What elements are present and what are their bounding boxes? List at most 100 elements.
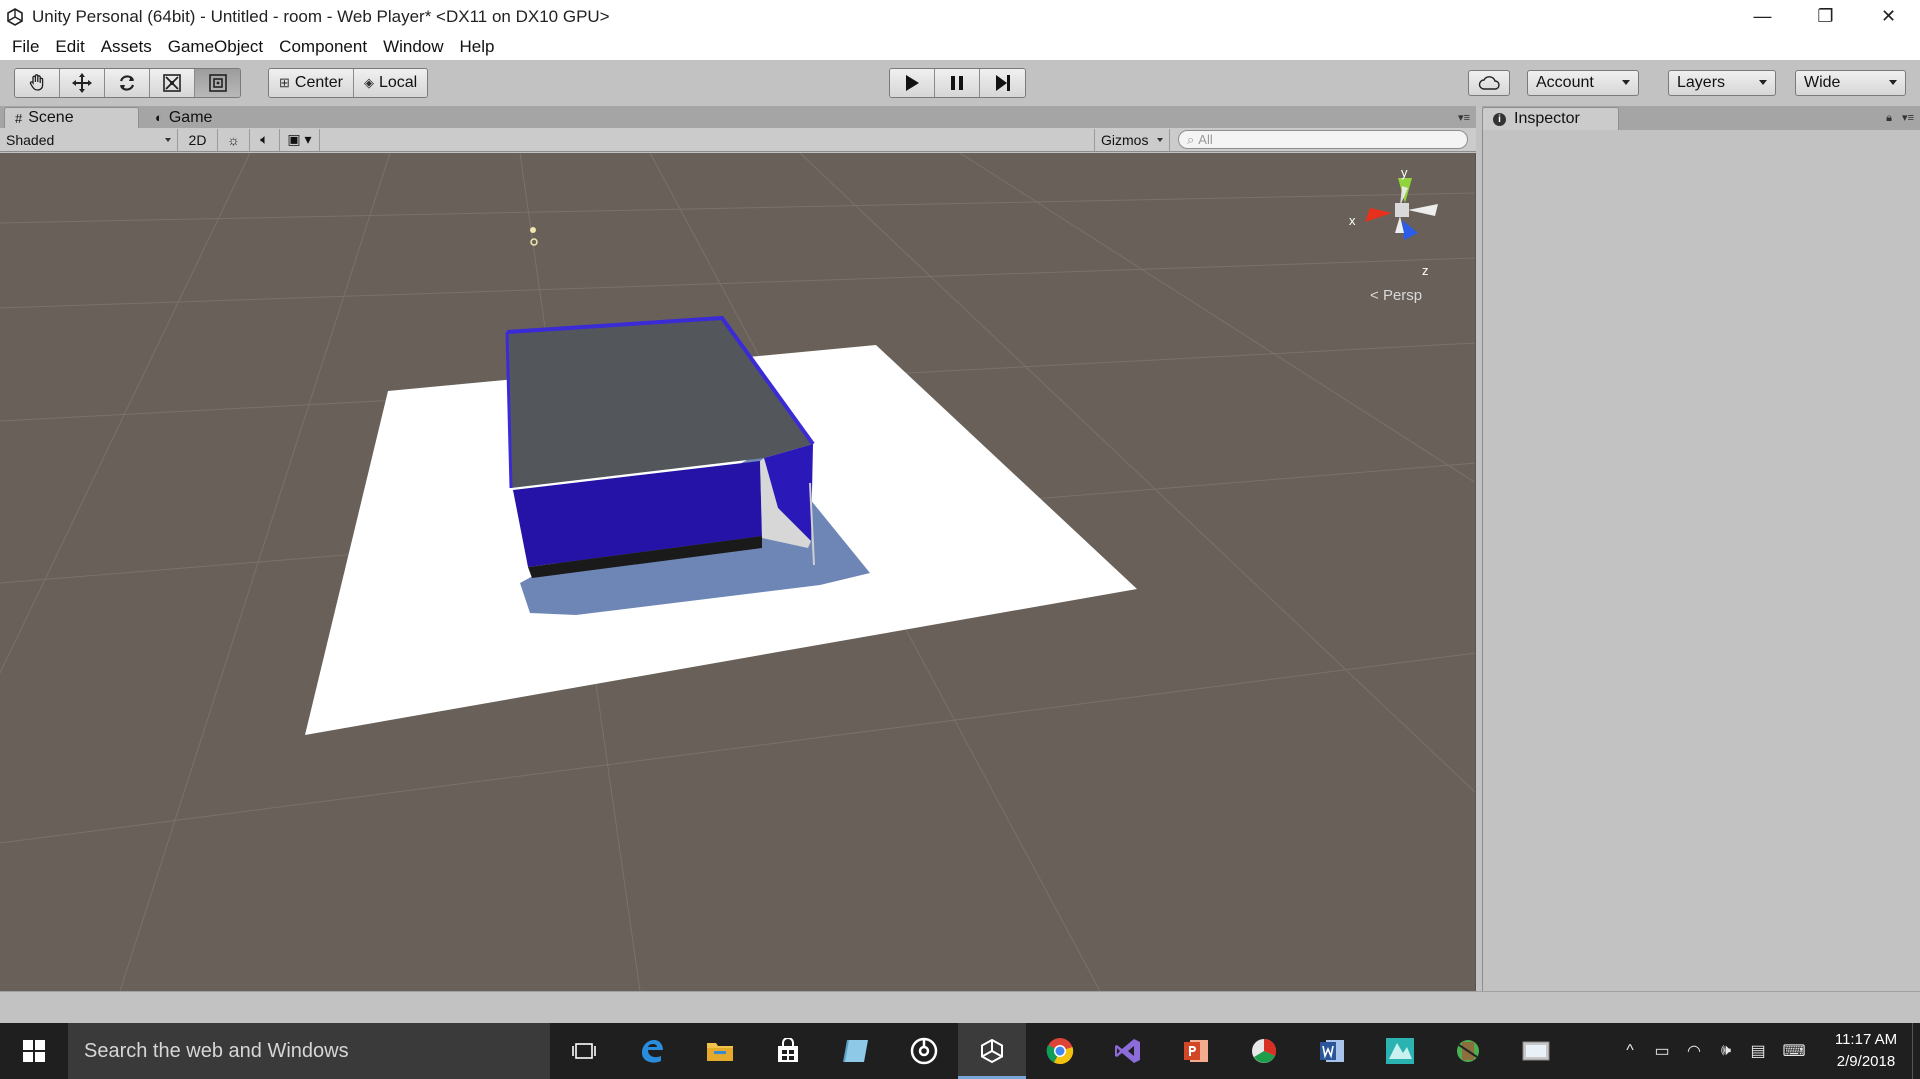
chevron-up-icon[interactable]: ^ [1614,1023,1646,1079]
rect-tool-icon [208,74,227,92]
chevron-down-icon [1622,80,1630,85]
keyboard-icon[interactable]: ⌨︎ [1774,1023,1814,1079]
powerpoint-icon[interactable] [1162,1023,1230,1079]
shading-mode-label: Shaded [6,131,55,148]
chevron-down-icon [1759,80,1767,85]
image-icon: ▣ ▾ [287,131,312,147]
projection-label[interactable]: < Persp [1370,287,1422,304]
volume-icon[interactable]: 🕪︎ [1710,1023,1742,1079]
clock-date: 2/9/2018 [1836,1053,1896,1070]
scale-tool-button[interactable] [150,69,195,97]
space-local-button[interactable]: ◈ Local [353,69,428,97]
pivot-center-button[interactable]: ⊞ Center [269,69,354,97]
chevron-down-icon [1157,137,1163,142]
rotate-tool-button[interactable] [105,69,150,97]
tab-inspector[interactable]: i Inspector [1482,107,1619,130]
menu-help[interactable]: Help [452,33,503,60]
app-green-red-icon[interactable] [1230,1023,1298,1079]
tab-scene[interactable]: # Scene [4,107,139,128]
info-icon: i [1493,112,1506,126]
orientation-gizmo[interactable] [1340,158,1460,308]
layout-label: Wide [1804,74,1841,91]
app-blue-icon[interactable] [822,1023,890,1079]
wifi-icon[interactable]: ◠ [1678,1023,1710,1079]
play-icon [906,75,919,91]
scale-icon [163,74,181,92]
pause-button[interactable] [935,69,980,97]
window-title: Unity Personal (64bit) - Untitled - room… [32,6,610,26]
chevron-down-icon [165,137,171,142]
store-icon[interactable] [754,1023,822,1079]
light-gizmo[interactable] [530,227,538,246]
unity-taskbar-icon[interactable] [958,1023,1026,1079]
start-button[interactable] [0,1023,68,1079]
word-icon[interactable] [1298,1023,1366,1079]
menu-window[interactable]: Window [375,33,451,60]
edge-icon[interactable] [618,1023,686,1079]
gizmo-y-label: y [1401,165,1408,180]
menu-assets[interactable]: Assets [93,33,160,60]
collab-cloud-button[interactable] [1468,70,1510,96]
system-tray: ^ ▭ ◠ 🕪︎ ▤ ⌨︎ 11:17 AM 2/9/2018 [1614,1023,1920,1079]
move-tool-button[interactable] [60,69,105,97]
grid-hash-icon: # [15,110,23,126]
inspector-panel [1482,130,1920,991]
menu-file[interactable]: File [4,33,47,60]
action-center-icon[interactable]: ▤ [1742,1023,1774,1079]
pivot-icon: ⊞ [279,75,290,90]
task-view-icon[interactable] [550,1023,618,1079]
taskbar-search-input[interactable]: Search the web and Windows [68,1023,550,1079]
scene-tab-bar: # Scene ◐ Game ▾≡ [0,106,1476,128]
transform-tools [14,68,241,98]
tab-game[interactable]: ◐ Game [145,107,255,128]
layers-dropdown[interactable]: Layers [1668,70,1776,96]
app-green-icon[interactable] [1434,1023,1502,1079]
app-grey-icon[interactable] [1502,1023,1570,1079]
scene-viewport[interactable]: y x z < Persp [0,153,1476,991]
scene-effects-dropdown[interactable]: ▣ ▾ [280,128,320,151]
account-label: Account [1536,74,1594,91]
local-cube-icon: ◈ [363,75,374,90]
visual-studio-icon[interactable] [1094,1023,1162,1079]
toggle-2d-button[interactable]: 2D [178,128,218,151]
show-desktop-button[interactable] [1912,1023,1920,1079]
menu-gameobject[interactable]: GameObject [160,33,271,60]
pivot-label: Center [294,74,343,91]
app-teal-icon[interactable] [1366,1023,1434,1079]
minimize-button[interactable]: — [1731,0,1794,33]
inspector-menu-icon[interactable]: ▾≡ [1902,111,1914,124]
restore-button[interactable]: ❐ [1794,0,1857,33]
groove-music-icon[interactable] [890,1023,958,1079]
hand-tool-button[interactable] [15,69,60,97]
unity-editor-window: Unity Personal (64bit) - Untitled - room… [0,0,1920,1079]
pivot-toggles: ⊞ Center ◈ Local [268,68,429,98]
play-controls [889,68,1026,98]
sun-icon: ☼ [227,131,240,148]
chrome-icon[interactable] [1026,1023,1094,1079]
tab-scene-label: Scene [28,109,74,126]
play-button[interactable] [890,69,935,97]
taskbar-clock[interactable]: 11:17 AM 2/9/2018 [1820,1029,1912,1073]
scene-canvas[interactable] [0,153,1476,991]
taskbar-search-placeholder: Search the web and Windows [84,1039,349,1062]
menu-component[interactable]: Component [271,33,375,60]
tab-menu-icon[interactable]: ▾≡ [1458,111,1470,124]
tab-game-label: Game [168,108,213,126]
scene-search-input[interactable]: ⌕ All [1178,130,1468,149]
rect-tool-button[interactable] [195,69,240,97]
menu-edit[interactable]: Edit [47,33,92,60]
lock-icon[interactable]: 🔒︎ [1886,112,1892,125]
file-explorer-icon[interactable] [686,1023,754,1079]
close-button[interactable]: ✕ [1857,0,1920,33]
pause-icon [951,76,963,90]
layout-dropdown[interactable]: Wide [1795,70,1906,96]
status-bar [0,991,1920,1023]
step-button[interactable] [980,69,1025,97]
scene-lighting-button[interactable]: ☼ [218,128,250,151]
gizmos-dropdown[interactable]: Gizmos [1094,128,1170,151]
scene-audio-button[interactable]: 🔈︎ [250,128,280,151]
battery-icon[interactable]: ▭ [1646,1023,1678,1079]
shading-mode-dropdown[interactable]: Shaded [0,128,178,151]
space-label: Local [378,74,418,91]
account-dropdown[interactable]: Account [1527,70,1639,96]
